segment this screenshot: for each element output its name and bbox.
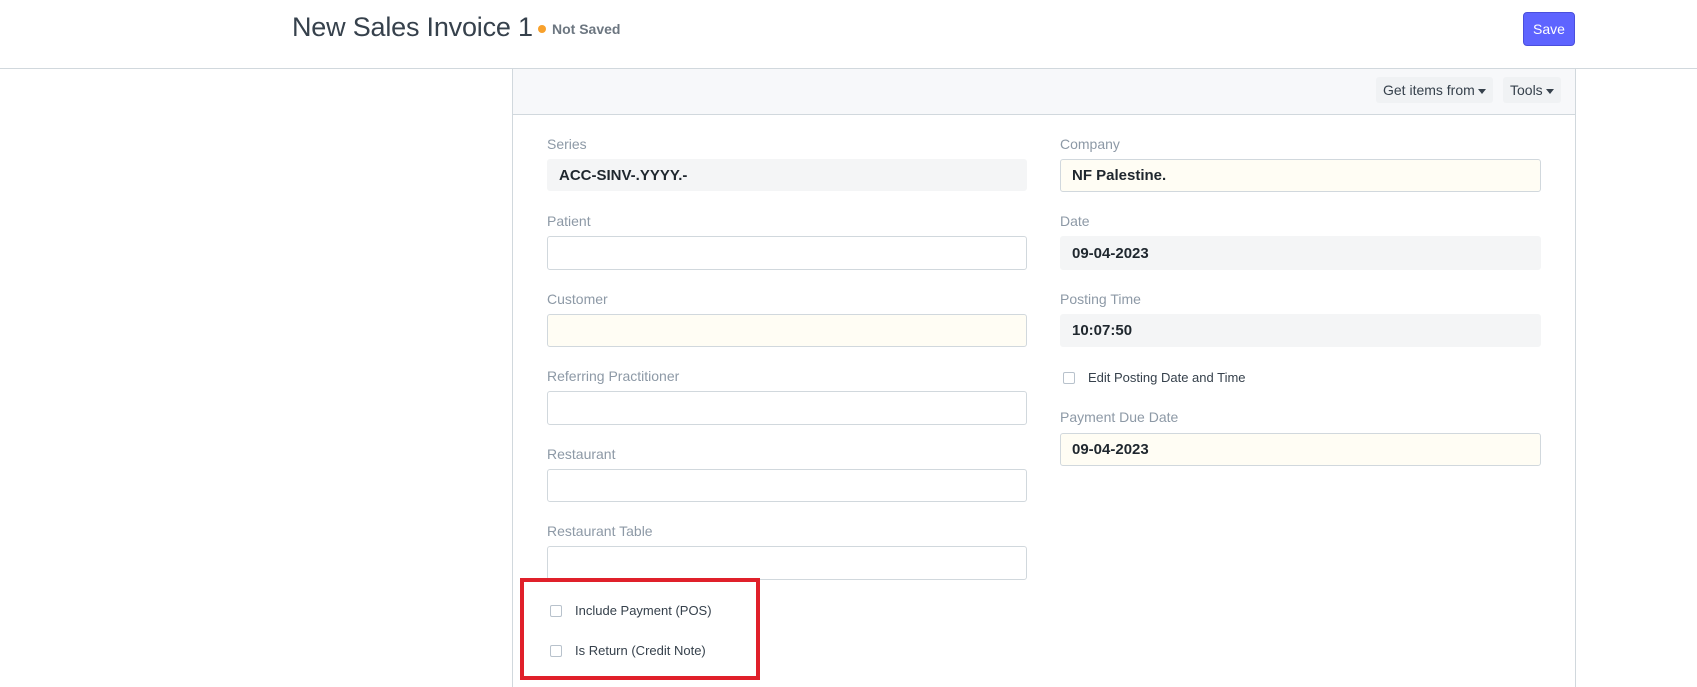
patient-label: Patient [547,213,591,229]
posting-time-field[interactable]: 10:07:50 [1060,314,1541,347]
is-return-checkbox[interactable] [550,644,562,657]
company-label: Company [1060,136,1120,152]
include-payment-label: Include Payment (POS) [575,603,712,618]
status-dot-icon [538,25,546,33]
series-label: Series [547,136,587,152]
include-payment-checkbox[interactable] [550,604,562,617]
status-label: Not Saved [552,21,621,37]
restaurant-label: Restaurant [547,446,616,462]
form-toolbar: Get items from Tools [513,69,1575,115]
date-field[interactable]: 09-04-2023 [1060,236,1541,270]
series-field[interactable]: ACC-SINV-.YYYY.- [547,159,1027,191]
referring-practitioner-input[interactable] [547,391,1027,425]
payment-due-date-label: Payment Due Date [1060,409,1179,425]
referring-practitioner-label: Referring Practitioner [547,368,680,384]
tools-button[interactable]: Tools [1503,77,1561,103]
form-card: Get items from Tools Series ACC-SINV-.YY… [512,69,1576,687]
edit-posting-checkbox-row[interactable]: Edit Posting Date and Time [1063,370,1246,385]
page-header: New Sales Invoice 1 Not Saved Save [0,0,1697,69]
date-label: Date [1060,213,1090,229]
edit-posting-label: Edit Posting Date and Time [1088,370,1246,385]
page-title: New Sales Invoice 1 [292,12,533,42]
get-items-from-button[interactable]: Get items from [1376,77,1493,103]
payment-due-date-input[interactable]: 09-04-2023 [1060,433,1541,466]
restaurant-table-label: Restaurant Table [547,523,653,539]
posting-time-label: Posting Time [1060,291,1141,307]
is-return-label: Is Return (Credit Note) [575,643,706,658]
include-payment-checkbox-row[interactable]: Include Payment (POS) [550,603,712,618]
save-button[interactable]: Save [1523,12,1575,46]
restaurant-table-input[interactable] [547,546,1027,580]
tools-label: Tools [1510,82,1543,98]
status-indicator: Not Saved [538,21,620,37]
customer-input[interactable] [547,314,1027,347]
get-items-from-label: Get items from [1383,82,1475,98]
company-input[interactable]: NF Palestine. [1060,159,1541,192]
caret-down-icon [1477,88,1486,94]
caret-down-icon [1545,88,1554,94]
edit-posting-checkbox[interactable] [1063,371,1075,384]
customer-label: Customer [547,291,608,307]
is-return-checkbox-row[interactable]: Is Return (Credit Note) [550,643,706,658]
restaurant-input[interactable] [547,469,1027,502]
patient-input[interactable] [547,236,1027,270]
